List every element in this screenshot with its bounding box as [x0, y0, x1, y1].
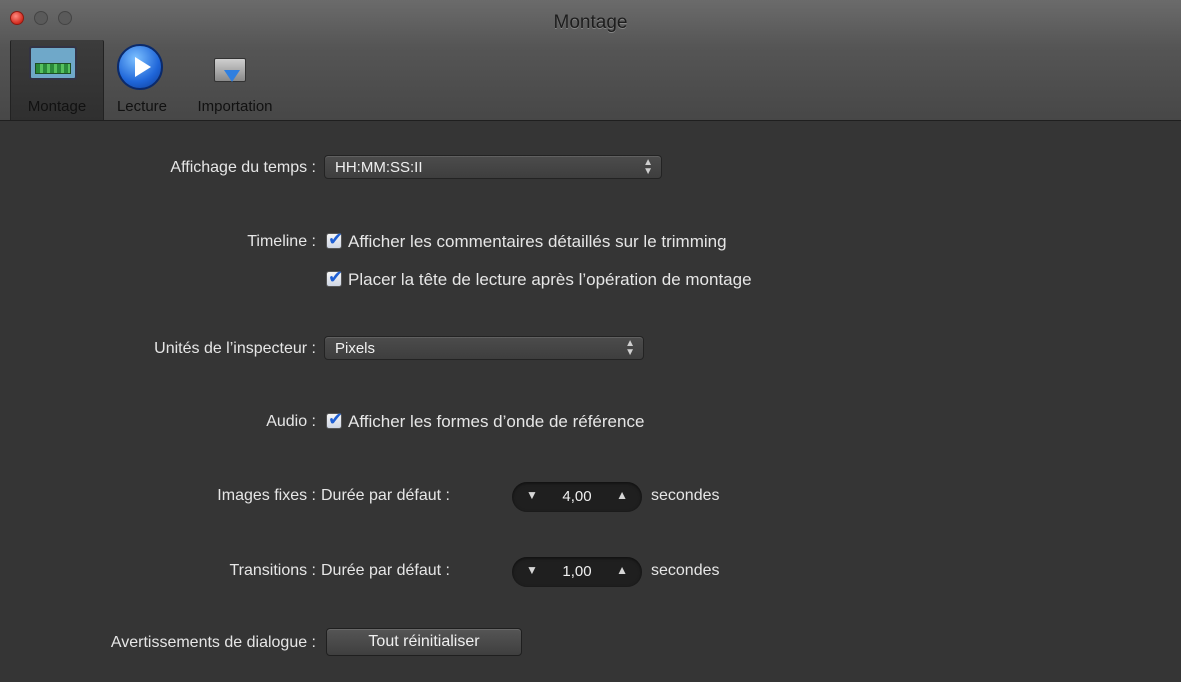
toolbar: Montage Montage Lecture Importation — [0, 0, 1181, 121]
reset-all-button[interactable]: Tout réinitialiser — [326, 628, 522, 656]
playhead-after-edit-label: Placer la tête de lecture après l’opérat… — [348, 270, 752, 289]
popup-arrows-icon: ▲ ▼ — [625, 338, 635, 358]
still-images-unit: secondes — [651, 487, 720, 504]
inspector-units-value: Pixels — [335, 340, 376, 357]
tab-importation-label: Importation — [197, 98, 273, 115]
reference-waveforms-label: Afficher les formes d’onde de référence — [348, 412, 645, 431]
time-display-label: Affichage du temps : — [170, 159, 316, 176]
still-images-label: Images fixes : — [217, 487, 316, 504]
playhead-after-edit-checkbox[interactable]: Placer la tête de lecture après l’opérat… — [326, 267, 752, 290]
increment-icon[interactable]: ▲ — [616, 488, 628, 502]
window-title: Montage — [553, 12, 628, 33]
tab-montage[interactable]: Montage — [10, 40, 104, 120]
play-icon — [117, 44, 163, 90]
transitions-unit: secondes — [651, 562, 720, 579]
trimming-feedback-label: Afficher les commentaires détaillés sur … — [348, 232, 727, 251]
increment-icon[interactable]: ▲ — [616, 563, 628, 577]
still-images-duration-stepper[interactable]: ▼ 4,00 ▲ — [512, 482, 642, 512]
dialog-warnings-label: Avertissements de dialogue : — [110, 634, 316, 651]
preferences-window: Montage Montage Lecture Importation Affi… — [0, 0, 1181, 682]
checkbox-checked-icon — [326, 267, 343, 288]
inspector-units-label: Unités de l’inspecteur : — [154, 340, 316, 357]
time-display-popup[interactable]: HH:MM:SS:II ▲ ▼ — [324, 155, 662, 179]
transitions-label: Transitions : — [229, 562, 316, 579]
import-camera-icon — [210, 48, 252, 86]
transitions-duration-stepper[interactable]: ▼ 1,00 ▲ — [512, 557, 642, 587]
checkbox-checked-icon — [326, 229, 343, 250]
checkbox-checked-icon — [326, 409, 343, 430]
tab-lecture[interactable]: Lecture — [105, 40, 179, 120]
time-display-value: HH:MM:SS:II — [335, 159, 423, 176]
transitions-duration-label: Durée par défaut : — [321, 562, 450, 579]
tab-importation[interactable]: Importation — [180, 40, 290, 120]
audio-label: Audio : — [266, 413, 316, 430]
montage-icon — [29, 46, 77, 80]
still-images-duration-label: Durée par défaut : — [321, 487, 450, 504]
inspector-units-popup[interactable]: Pixels ▲ ▼ — [324, 336, 644, 360]
popup-arrows-icon: ▲ ▼ — [643, 157, 653, 177]
trimming-feedback-checkbox[interactable]: Afficher les commentaires détaillés sur … — [326, 229, 727, 252]
tab-montage-label: Montage — [27, 98, 87, 115]
reference-waveforms-checkbox[interactable]: Afficher les formes d’onde de référence — [326, 409, 645, 432]
tab-lecture-label: Lecture — [116, 98, 168, 115]
timeline-label: Timeline : — [247, 233, 316, 250]
